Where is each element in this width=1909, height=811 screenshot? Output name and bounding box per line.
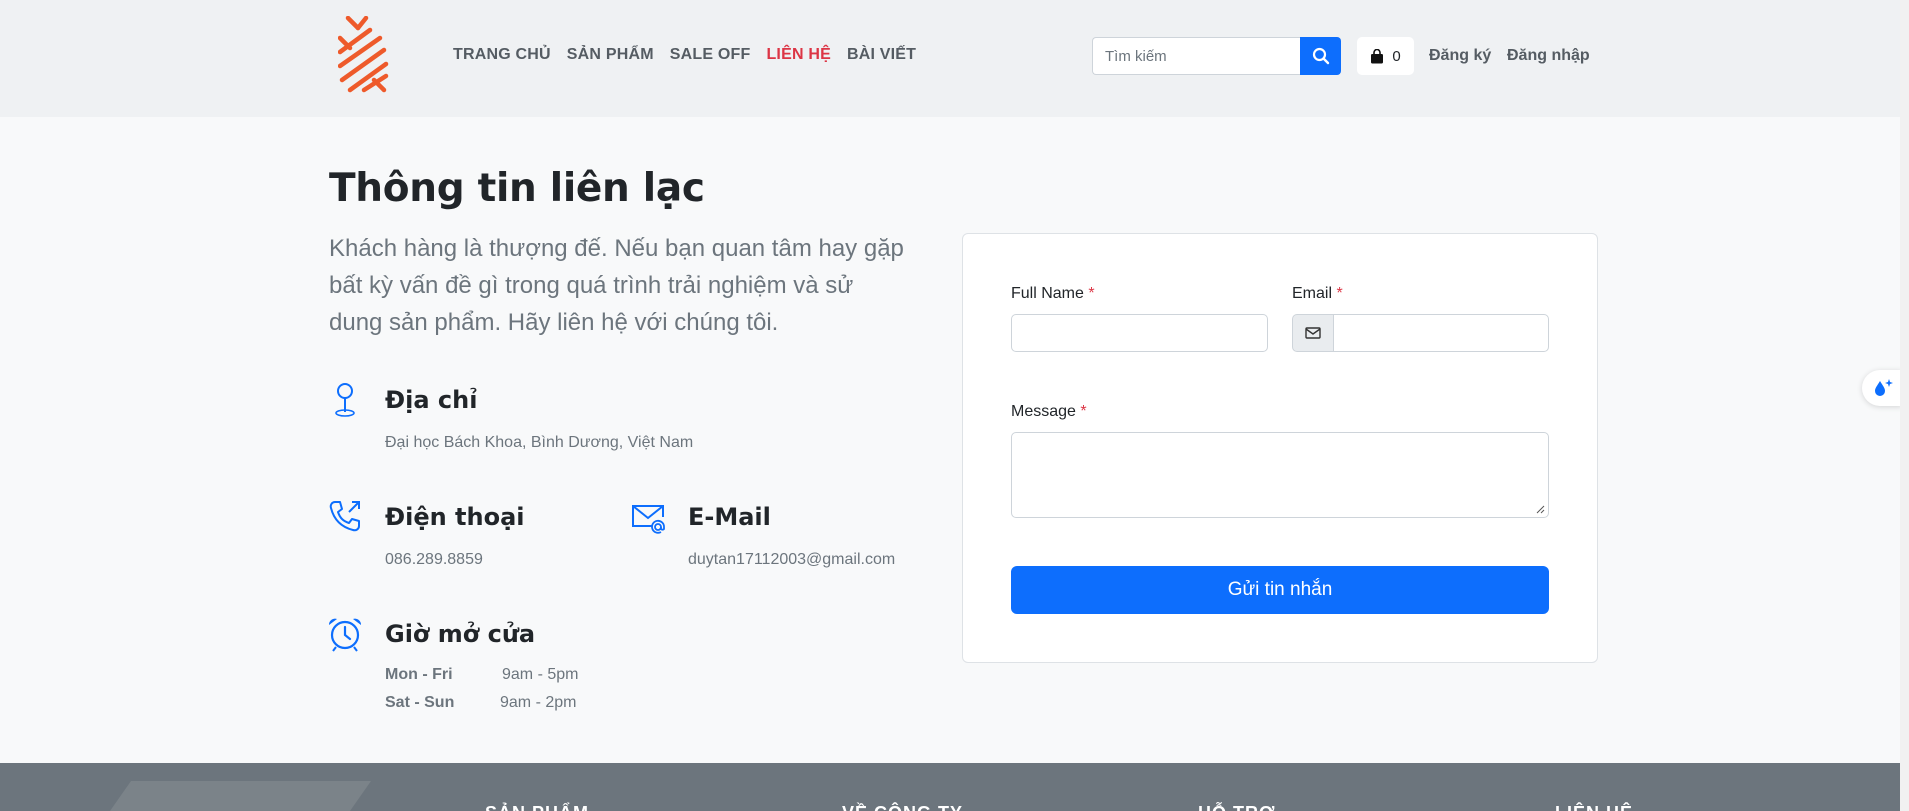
- hours-time-weekday: 9am - 5pm: [502, 666, 579, 683]
- droplet-sparkle-icon: [1875, 379, 1893, 396]
- hours-title: Giờ mở cửa: [385, 620, 536, 648]
- site-header: TRANG CHỦ SẢN PHẨM SALE OFF LIÊN HỆ BÀI …: [0, 0, 1900, 117]
- full-name-input[interactable]: [1011, 314, 1268, 352]
- footer-heading-products: SẢN PHẨM: [485, 803, 589, 811]
- footer-decoration: [88, 781, 372, 811]
- alarm-clock-icon: [328, 618, 362, 652]
- search-button[interactable]: [1300, 37, 1341, 75]
- contact-lead-text: Khách hàng là thượng đế. Nếu bạn quan tâ…: [329, 235, 904, 336]
- main-nav: TRANG CHỦ SẢN PHẨM SALE OFF LIÊN HỆ BÀI …: [453, 46, 916, 64]
- logo-icon[interactable]: [338, 16, 390, 94]
- required-mark: *: [1336, 285, 1343, 302]
- email-title: E-Mail: [688, 503, 771, 531]
- nav-item-san-pham[interactable]: SẢN PHẨM: [567, 46, 654, 64]
- cart-count: 0: [1392, 47, 1401, 65]
- hours-day-weekend: Sat - Sun: [385, 694, 455, 711]
- search-icon: [1312, 47, 1329, 65]
- email-input[interactable]: [1333, 314, 1549, 352]
- address-title: Địa chỉ: [385, 386, 478, 414]
- shopping-bag-icon: [1371, 48, 1384, 63]
- site-footer: SẢN PHẨM VỀ CÔNG TY HỖ TRỢ LIÊN HỆ: [0, 763, 1900, 811]
- login-link[interactable]: Đăng nhập: [1507, 47, 1590, 65]
- email-label-text: Email: [1292, 285, 1333, 302]
- send-message-button[interactable]: Gửi tin nhắn: [1011, 566, 1549, 614]
- nav-item-bai-viet[interactable]: BÀI VIẾT: [847, 46, 916, 64]
- phone-title: Điện thoại: [385, 503, 525, 531]
- map-pin-icon: [335, 383, 355, 417]
- page-scrollbar[interactable]: [1900, 0, 1909, 811]
- nav-item-sale-off[interactable]: SALE OFF: [670, 46, 751, 64]
- address-value: Đại học Bách Khoa, Bình Dương, Việt Nam: [385, 434, 694, 451]
- floating-widget-button[interactable]: [1862, 370, 1902, 406]
- email-value: duytan17112003@gmail.com: [688, 551, 896, 568]
- footer-heading-support: HỖ TRỢ: [1198, 803, 1275, 811]
- envelope-icon: [1305, 327, 1321, 339]
- required-mark: *: [1080, 403, 1087, 420]
- message-label: Message *: [1011, 403, 1087, 421]
- search-bar: [1092, 37, 1341, 75]
- full-name-label: Full Name *: [1011, 285, 1095, 303]
- full-name-label-text: Full Name: [1011, 285, 1084, 302]
- page-title: Thông tin liên lạc: [329, 166, 705, 211]
- phone-icon: [329, 501, 360, 532]
- footer-heading-about: VỀ CÔNG TY: [842, 803, 963, 811]
- hours-day-weekday: Mon - Fri: [385, 666, 453, 683]
- resize-handle-icon[interactable]: [1535, 504, 1545, 514]
- envelope-at-icon: [632, 505, 665, 534]
- cart-button[interactable]: 0: [1357, 37, 1414, 75]
- hours-time-weekend: 9am - 2pm: [500, 694, 577, 711]
- phone-value: 086.289.8859: [385, 551, 483, 568]
- search-input[interactable]: [1092, 37, 1300, 75]
- register-link[interactable]: Đăng ký: [1429, 47, 1491, 65]
- nav-item-trang-chu[interactable]: TRANG CHỦ: [453, 46, 551, 64]
- required-mark: *: [1088, 285, 1095, 302]
- email-input-prefix: [1292, 314, 1334, 352]
- message-label-text: Message: [1011, 403, 1076, 420]
- nav-item-lien-he[interactable]: LIÊN HỆ: [766, 46, 831, 64]
- email-label: Email *: [1292, 285, 1343, 303]
- footer-heading-contact: LIÊN HỆ: [1555, 803, 1633, 811]
- message-textarea[interactable]: [1011, 432, 1549, 518]
